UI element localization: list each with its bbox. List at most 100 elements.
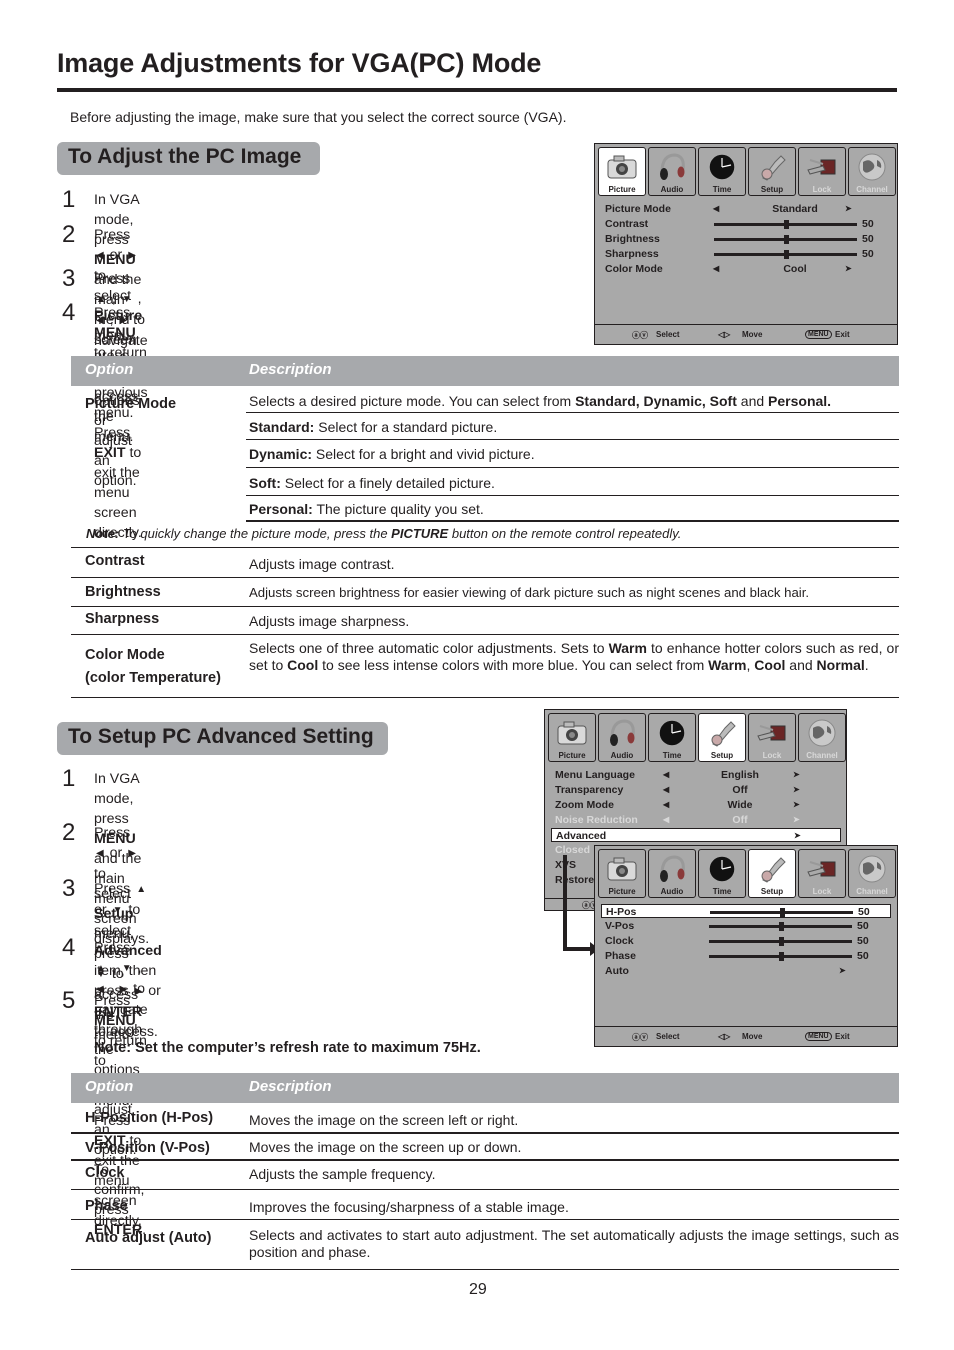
slider-track[interactable] (714, 235, 857, 244)
osd-picture-menu: Picture Audio Time Setup Lock Channel Picture… (594, 143, 898, 345)
slider-knob[interactable] (783, 235, 789, 244)
tab-label: Lock (812, 185, 832, 194)
osd-item-color-mode[interactable]: Color Mode ◀ Cool ➤ (605, 262, 889, 276)
table2-header: Option Description (71, 1073, 899, 1103)
osd-item-brightness[interactable]: Brightness 50 (605, 232, 889, 246)
osd-item-v-pos[interactable]: V-Pos 50 (605, 919, 895, 933)
option-picture-mode: Picture Mode (85, 396, 177, 412)
osd-item-contrast[interactable]: Contrast 50 (605, 217, 889, 231)
tab-label: Time (662, 751, 682, 760)
tools-icon (755, 152, 789, 182)
slider-knob[interactable] (783, 220, 789, 229)
divider (246, 439, 899, 440)
left-arrow-icon[interactable]: ◀ (663, 783, 669, 797)
left-arrow-icon[interactable]: ◀ (713, 262, 719, 276)
right-arrow-icon[interactable]: ➤ (793, 798, 800, 812)
picture-mode-desc: Selects a desired picture mode. You can … (249, 393, 832, 409)
right-arrow-icon: ▶ (128, 250, 136, 261)
osd-tab-channel[interactable]: Channel (798, 713, 846, 762)
option-phase: Phase (85, 1198, 128, 1214)
osd-item-sharpness[interactable]: Sharpness 50 (605, 247, 889, 261)
slider-track[interactable] (714, 220, 857, 229)
osd-tab-channel[interactable]: Channel (848, 849, 896, 898)
osd-tab-setup[interactable]: Setup (748, 849, 796, 898)
right-arrow-icon[interactable]: ➤ (839, 964, 846, 978)
slider-knob[interactable] (779, 908, 785, 917)
refresh-rate-note: Note: Set the computer’s refresh rate to… (94, 1040, 481, 1056)
menu-button-icon: MENU (805, 1032, 832, 1041)
osd-tabs: Picture Audio Time Setup Lock Channel (598, 147, 896, 196)
osd-tab-channel[interactable]: Channel (848, 147, 896, 196)
left-arrow-icon: ◀ (96, 848, 104, 859)
left-arrow-icon[interactable]: ◀ (713, 202, 719, 216)
osd-item-transparency[interactable]: Transparency ◀ Off ➤ (555, 783, 845, 797)
left-arrow-icon[interactable]: ◀ (663, 813, 669, 827)
osd-tab-audio[interactable]: Audio (648, 849, 696, 898)
header-option: Option (85, 1078, 134, 1095)
osd-tab-lock[interactable]: Lock (798, 147, 846, 196)
right-arrow-icon[interactable]: ➤ (793, 768, 800, 782)
osd-tab-picture[interactable]: Picture (548, 713, 596, 762)
slider-knob[interactable] (778, 922, 784, 931)
slider-track[interactable] (709, 922, 852, 931)
item-label: Closed (555, 844, 591, 856)
item-label: Advanced (556, 830, 607, 842)
osd-item-advanced[interactable]: Advanced ➤ (551, 828, 841, 842)
right-arrow-icon[interactable]: ➤ (794, 829, 801, 843)
h-position-desc: Moves the image on the screen left or ri… (249, 1112, 519, 1128)
clock-icon (705, 854, 739, 884)
osd-tabs: Picture Audio Time Setup Lock Channel (598, 849, 896, 898)
osd-tab-picture[interactable]: Picture (598, 849, 646, 898)
slider-knob[interactable] (783, 250, 789, 259)
slider-track[interactable] (714, 250, 857, 259)
item-label: V-Pos (605, 920, 635, 932)
tab-label: Lock (812, 887, 832, 896)
step-number: 2 (62, 819, 76, 846)
osd-tab-time[interactable]: Time (698, 849, 746, 898)
picture-mode-note: Note: To quickly change the picture mode… (86, 526, 682, 541)
globe-icon (855, 152, 889, 182)
osd-item-menu-language[interactable]: Menu Language ◀ English ➤ (555, 768, 845, 782)
left-arrow-icon[interactable]: ◀ (663, 768, 669, 782)
slider-knob[interactable] (778, 952, 784, 961)
osd-tab-time[interactable]: Time (698, 147, 746, 196)
osd-item-zoom-mode[interactable]: Zoom Mode ◀ Wide ➤ (555, 798, 845, 812)
slider-track[interactable] (710, 908, 853, 917)
up-down-buttons-icon: ⓐⓥ (632, 331, 648, 340)
osd-item-auto[interactable]: Auto ➤ (605, 964, 895, 978)
osd-item-phase[interactable]: Phase 50 (605, 949, 895, 963)
right-arrow-icon[interactable]: ➤ (845, 202, 852, 216)
right-arrow-icon[interactable]: ➤ (793, 783, 800, 797)
osd-tab-time[interactable]: Time (648, 713, 696, 762)
slider-track[interactable] (709, 952, 852, 961)
right-arrow-icon[interactable]: ➤ (793, 813, 800, 827)
osd-tab-lock[interactable]: Lock (748, 713, 796, 762)
slider-track[interactable] (709, 937, 852, 946)
osd-tab-audio[interactable]: Audio (648, 147, 696, 196)
divider (71, 1269, 899, 1270)
osd-tab-audio[interactable]: Audio (598, 713, 646, 762)
key-lock-icon (755, 718, 789, 748)
item-value: Standard (772, 203, 818, 215)
tab-label: Time (712, 185, 732, 194)
osd-tab-setup[interactable]: Setup (748, 147, 796, 196)
tab-label: Time (712, 887, 732, 896)
osd-item-noise-reduction[interactable]: Noise Reduction ◀ Off ➤ (555, 813, 845, 827)
header-description: Description (249, 1078, 332, 1095)
osd-tab-setup[interactable]: Setup (698, 713, 746, 762)
osd-item-picture-mode[interactable]: Picture Mode ◀ Standard ➤ (605, 202, 889, 216)
footer-select-label: Select (656, 330, 680, 339)
item-value: 50 (857, 950, 869, 962)
item-label: Menu Language (555, 769, 635, 781)
footer-move-label: Move (742, 330, 763, 339)
right-arrow-icon[interactable]: ➤ (845, 262, 852, 276)
osd-item-clock[interactable]: Clock 50 (605, 934, 895, 948)
camera-icon (555, 718, 589, 748)
slider-knob[interactable] (778, 937, 784, 946)
left-arrow-icon[interactable]: ◀ (663, 798, 669, 812)
osd-item-h-pos[interactable]: H-Pos 50 (601, 904, 891, 918)
osd-tab-lock[interactable]: Lock (798, 849, 846, 898)
option-clock: Clock (85, 1165, 125, 1181)
osd-tab-picture[interactable]: Picture (598, 147, 646, 196)
up-arrow-icon: ▲ (136, 884, 147, 895)
